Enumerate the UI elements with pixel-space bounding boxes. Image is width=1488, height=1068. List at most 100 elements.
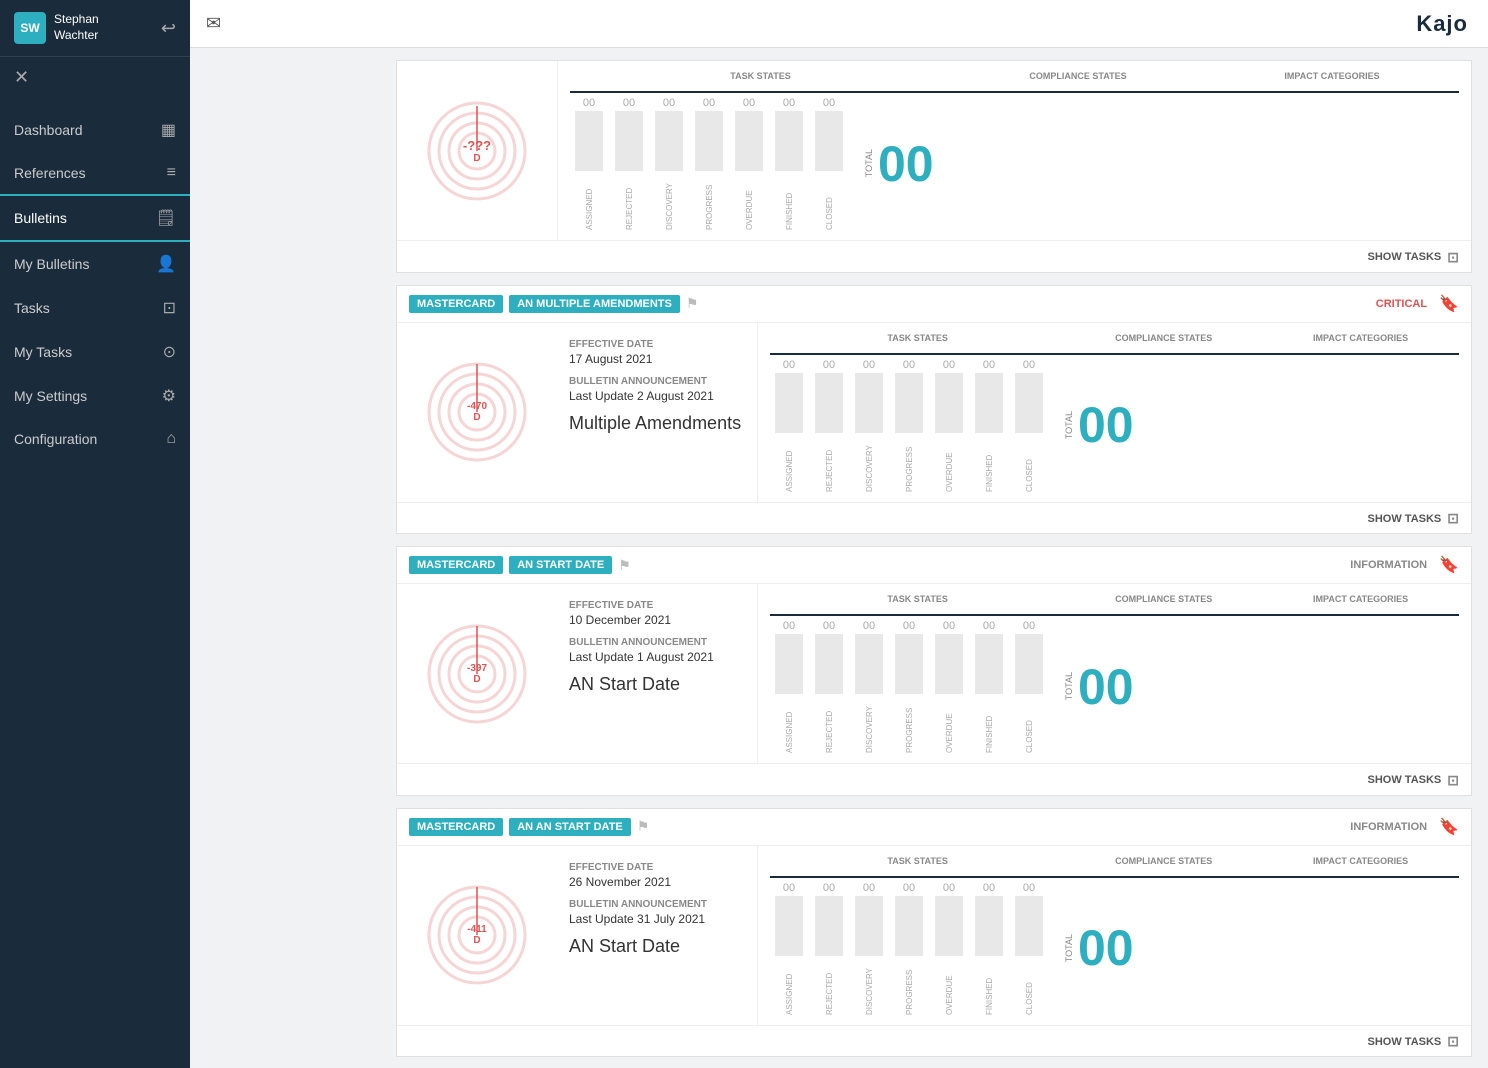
avatar: SW bbox=[14, 12, 46, 44]
tasks-section: TASK STATES COMPLIANCE STATES IMPACT CAT… bbox=[557, 61, 1471, 240]
sidebar-item-dashboard[interactable]: Dashboard ▦ bbox=[0, 108, 190, 152]
flag-icon-3[interactable]: ⚑ bbox=[637, 818, 650, 835]
show-tasks-button-1[interactable]: SHOW TASKS ⊡ bbox=[1368, 510, 1459, 527]
total-value-2: 00 bbox=[1078, 662, 1134, 712]
show-tasks-icon-2: ⊡ bbox=[1447, 772, 1459, 789]
effective-date-value-2: 10 December 2021 bbox=[569, 613, 745, 627]
tasks-data-2: 00ASSIGNED 00REJECTED 00DISCOVERY 00PROG… bbox=[770, 614, 1459, 753]
col-overdue-1: 00 OVERDUE bbox=[930, 359, 968, 492]
configuration-icon: ⌂ bbox=[166, 430, 176, 448]
bulletin-body-2: -397 D EFFECTIVE DATE 10 December 2021 B… bbox=[397, 584, 1471, 763]
status-badge-3: INFORMATION bbox=[1350, 821, 1427, 833]
col-overdue: 00 OVERDUE bbox=[730, 97, 768, 230]
impact-header-1: IMPACT CATEGORIES bbox=[1262, 333, 1459, 347]
flag-icon-1[interactable]: ⚑ bbox=[686, 295, 699, 312]
show-tasks-icon-1: ⊡ bbox=[1447, 510, 1459, 527]
bulletin-card-top-partial: -??? D TASK STATES COMPLIANCE STATES IMP… bbox=[396, 60, 1472, 273]
compliance-header-1: COMPLIANCE STATES bbox=[1065, 333, 1262, 347]
effective-date-label-1: EFFECTIVE DATE bbox=[569, 339, 745, 350]
sidebar-item-references[interactable]: References ≡ bbox=[0, 152, 190, 196]
tag-startdate-3: AN AN START DATE bbox=[509, 818, 631, 836]
header-right-1: CRITICAL 🔖 bbox=[1376, 294, 1459, 314]
sidebar-user: SW Stephan Wachter bbox=[14, 12, 99, 44]
show-tasks-button-2[interactable]: SHOW TASKS ⊡ bbox=[1368, 772, 1459, 789]
total-value-1: 00 bbox=[1078, 400, 1134, 450]
footer-1: SHOW TASKS ⊡ bbox=[397, 502, 1471, 534]
col-assigned-1: 00 ASSIGNED bbox=[770, 359, 808, 492]
tasks-data-3: 00ASSIGNED 00REJECTED 00DISCOVERY 00PROG… bbox=[770, 876, 1459, 1015]
tag-amendment-1: AN MULTIPLE AMENDMENTS bbox=[509, 295, 680, 313]
logout-icon[interactable]: ↩ bbox=[161, 18, 176, 39]
chart-label: -??? D bbox=[463, 138, 491, 164]
tasks-headers: TASK STATES COMPLIANCE STATES IMPACT CAT… bbox=[570, 71, 1459, 85]
total-value: 00 bbox=[878, 139, 934, 189]
mail-icon[interactable]: ✉ bbox=[206, 13, 221, 34]
sidebar: SW Stephan Wachter ↩ ✕ Dashboard ▦ Refer… bbox=[0, 0, 190, 1068]
chart-section-3: -411 D bbox=[397, 846, 557, 1025]
tag-mastercard-3: MASTERCARD bbox=[409, 818, 503, 836]
chart-label-2: -397 D bbox=[467, 663, 487, 685]
bulletin-body-3: -411 D EFFECTIVE DATE 26 November 2021 B… bbox=[397, 846, 1471, 1025]
sidebar-nav: Dashboard ▦ References ≡ Bulletins 🗒 My … bbox=[0, 98, 190, 1068]
bulletin-title-2: AN Start Date bbox=[569, 674, 745, 695]
bulletin-title-3: AN Start Date bbox=[569, 936, 745, 957]
sidebar-item-my-tasks[interactable]: My Tasks ⊙ bbox=[0, 330, 190, 374]
task-states-label: TASK STATES bbox=[570, 71, 951, 81]
radial-chart: -??? D bbox=[422, 96, 532, 206]
announcement-date-2: Last Update 1 August 2021 bbox=[569, 650, 745, 664]
bulletin-footer: SHOW TASKS ⊡ bbox=[397, 240, 1471, 272]
bulletin-tags-1: MASTERCARD AN MULTIPLE AMENDMENTS ⚑ bbox=[409, 295, 698, 313]
dashboard-icon: ▦ bbox=[161, 120, 176, 140]
show-tasks-button[interactable]: SHOW TASKS ⊡ bbox=[1368, 249, 1459, 266]
radial-chart-1: -470 D bbox=[422, 357, 532, 467]
bulletins-icon: 🗒 bbox=[156, 208, 176, 228]
col-rejected-1: 00 REJECTED bbox=[810, 359, 848, 492]
bulletin-title-1: Multiple Amendments bbox=[569, 413, 745, 434]
col-discovery-1: 00 DISCOVERY bbox=[850, 359, 888, 492]
sidebar-header: SW Stephan Wachter ↩ bbox=[0, 0, 190, 57]
announcement-label-3: BULLETIN ANNOUNCEMENT bbox=[569, 899, 745, 910]
compliance-states-label: COMPLIANCE STATES bbox=[951, 71, 1205, 81]
col-progress: 00 PROGRESS bbox=[690, 97, 728, 230]
total-2: TOTAL 00 bbox=[1064, 620, 1134, 753]
announcement-date-3: Last Update 31 July 2021 bbox=[569, 912, 745, 926]
sidebar-item-my-bulletins[interactable]: My Bulletins 👤 bbox=[0, 242, 190, 286]
header-right-2: INFORMATION 🔖 bbox=[1350, 555, 1459, 575]
bookmark-icon-1[interactable]: 🔖 bbox=[1439, 294, 1459, 314]
total-value-3: 00 bbox=[1078, 923, 1134, 973]
card-header-2: MASTERCARD AN START DATE ⚑ INFORMATION 🔖 bbox=[397, 547, 1471, 584]
show-tasks-button-3[interactable]: SHOW TASKS ⊡ bbox=[1368, 1033, 1459, 1050]
chart-label-3: -411 D bbox=[467, 924, 486, 946]
brand-logo: Kajo bbox=[1416, 11, 1468, 37]
header-right-3: INFORMATION 🔖 bbox=[1350, 817, 1459, 837]
tasks-icon: ⊡ bbox=[163, 298, 176, 318]
card-header-3: MASTERCARD AN AN START DATE ⚑ INFORMATIO… bbox=[397, 809, 1471, 846]
sidebar-item-configuration[interactable]: Configuration ⌂ bbox=[0, 418, 190, 460]
sidebar-item-my-settings[interactable]: My Settings ⚙ bbox=[0, 374, 190, 418]
close-icon[interactable]: ✕ bbox=[0, 57, 190, 98]
topbar: ✉ Kajo bbox=[190, 0, 1488, 48]
status-badge-2: INFORMATION bbox=[1350, 559, 1427, 571]
sidebar-item-tasks[interactable]: Tasks ⊡ bbox=[0, 286, 190, 330]
main-content: -??? D TASK STATES COMPLIANCE STATES IMP… bbox=[380, 48, 1488, 1068]
tasks-section-3: TASK STATES COMPLIANCE STATES IMPACT CAT… bbox=[757, 846, 1471, 1025]
total-display: TOTAL 00 bbox=[864, 97, 934, 230]
announcement-date-1: Last Update 2 August 2021 bbox=[569, 389, 745, 403]
references-icon: ≡ bbox=[167, 164, 176, 182]
info-section-2: EFFECTIVE DATE 10 December 2021 BULLETIN… bbox=[557, 584, 757, 763]
bookmark-icon-2[interactable]: 🔖 bbox=[1439, 555, 1459, 575]
my-tasks-icon: ⊙ bbox=[163, 342, 176, 362]
sidebar-item-bulletins[interactable]: Bulletins 🗒 bbox=[0, 196, 190, 242]
bookmark-icon-3[interactable]: 🔖 bbox=[1439, 817, 1459, 837]
flag-icon-2[interactable]: ⚑ bbox=[618, 557, 631, 574]
col-finished: 00 FINISHED bbox=[770, 97, 808, 230]
settings-icon: ⚙ bbox=[162, 386, 176, 406]
tasks-headers-3: TASK STATES COMPLIANCE STATES IMPACT CAT… bbox=[770, 856, 1459, 870]
bulletin-card-2: MASTERCARD AN START DATE ⚑ INFORMATION 🔖 bbox=[396, 546, 1472, 796]
chart-section-2: -397 D bbox=[397, 584, 557, 763]
task-states-header-1: TASK STATES bbox=[770, 333, 1065, 347]
effective-date-value-1: 17 August 2021 bbox=[569, 352, 745, 366]
bulletin-body: -??? D TASK STATES COMPLIANCE STATES IMP… bbox=[397, 61, 1471, 240]
col-progress-1: 00 PROGRESS bbox=[890, 359, 928, 492]
username: Stephan Wachter bbox=[54, 12, 99, 43]
